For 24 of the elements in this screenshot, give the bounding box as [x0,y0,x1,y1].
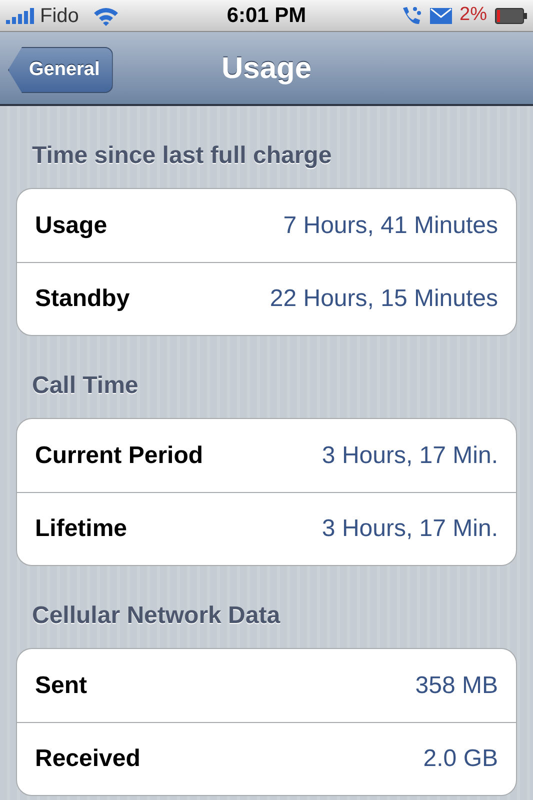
carrier-name: Fido [40,4,79,28]
section-header: Time since last full charge [31,141,333,171]
wifi-icon [92,6,119,26]
row-value: 2.0 GB [423,744,498,774]
row-label: Lifetime [35,514,128,544]
battery-icon [495,8,527,24]
row-label: Sent [35,670,88,700]
row-label: Received [35,744,140,774]
battery-percent: 2% [460,3,487,28]
row-value: 3 Hours, 17 Min. [322,514,498,544]
row-label: Usage [35,210,108,240]
row-label: Standby [35,284,130,314]
mail-icon [430,8,452,24]
page-title: Usage [221,50,312,86]
clock-time: 6:01 PM [226,2,306,29]
signal-icon [6,8,36,24]
back-button[interactable]: General [8,47,113,93]
row-label: Current Period [35,440,204,470]
row-value: 22 Hours, 15 Minutes [270,284,498,314]
row-value: 358 MB [415,670,498,700]
row-value: 7 Hours, 41 Minutes [283,210,498,240]
section-header: Cellular Network Data [31,601,282,631]
row-value: 3 Hours, 17 Min. [322,440,498,470]
section-header: Call Time [31,371,140,401]
